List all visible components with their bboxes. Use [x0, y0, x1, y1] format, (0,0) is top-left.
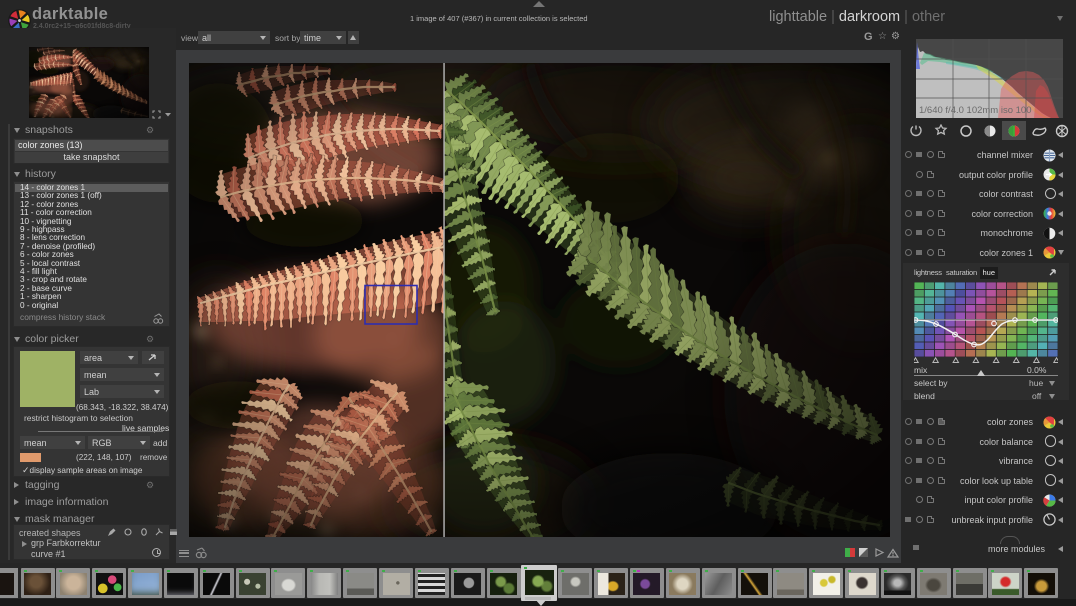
svg-text:1/640 f/4.0 102mm iso 100: 1/640 f/4.0 102mm iso 100	[919, 105, 1032, 116]
